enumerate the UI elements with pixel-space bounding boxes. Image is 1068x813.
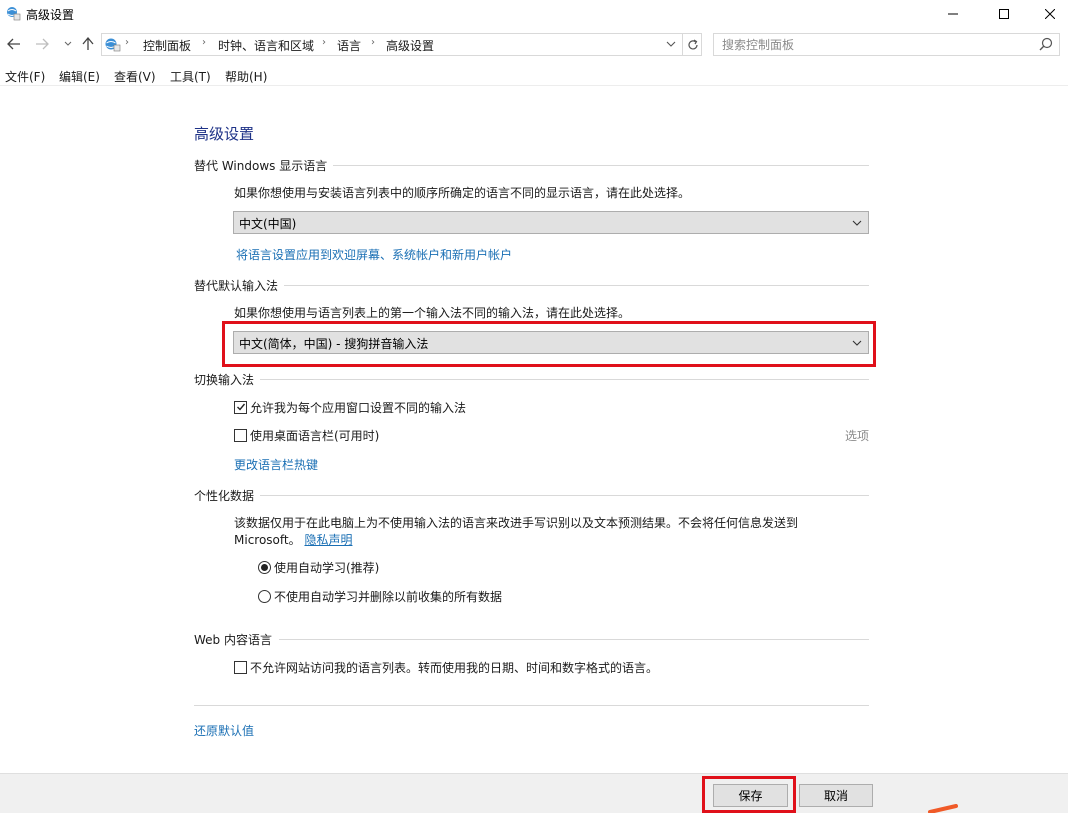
window-title: 高级设置: [26, 8, 75, 22]
breadcrumb-advanced-settings[interactable]: 高级设置: [386, 37, 434, 54]
switch-input-heading: 切换输入法: [194, 371, 869, 387]
control-panel-breadcrumb-icon: [104, 36, 122, 52]
footer-bar: [0, 773, 1068, 813]
arrow-annotation-icon: [928, 804, 958, 813]
display-language-heading: 替代 Windows 显示语言: [194, 157, 869, 173]
content-divider: [194, 705, 869, 706]
web-language-optout-label: 不允许网站访问我的语言列表。转而使用我的日期、时间和数字格式的语言。: [250, 660, 659, 675]
search-icon[interactable]: [1039, 37, 1053, 51]
close-button[interactable]: [1027, 0, 1068, 28]
address-dropdown-icon[interactable]: [664, 37, 678, 51]
section-divider: [279, 639, 869, 640]
control-panel-icon: [5, 5, 21, 21]
section-divider: [259, 495, 869, 496]
page-title: 高级设置: [194, 125, 255, 143]
privacy-statement-link[interactable]: 隐私声明: [304, 533, 352, 547]
recent-dropdown-icon[interactable]: [60, 36, 76, 52]
display-language-select[interactable]: 中文(中国): [233, 211, 869, 234]
breadcrumb-control-panel[interactable]: 控制面板: [143, 37, 191, 54]
personalization-heading: 个性化数据: [194, 487, 869, 503]
section-divider: [331, 165, 869, 166]
default-input-heading: 替代默认输入法: [194, 277, 869, 293]
search-input[interactable]: [722, 36, 1022, 53]
personalization-description-line2: Microsoft。 隐私声明: [234, 533, 353, 547]
change-hotkeys-link[interactable]: 更改语言栏热键: [234, 456, 318, 473]
auto-learning-radio[interactable]: [258, 560, 271, 574]
default-input-description: 如果你想使用与语言列表上的第一个输入法不同的输入法，请在此处选择。: [234, 306, 631, 320]
section-divider: [284, 285, 869, 286]
chevron-down-icon: [851, 217, 863, 229]
menu-help[interactable]: 帮助(H): [225, 68, 267, 85]
apply-language-settings-link[interactable]: 将语言设置应用到欢迎屏幕、系统帐户和新用户帐户: [236, 246, 512, 263]
per-app-input-option[interactable]: 允许我为每个应用窗口设置不同的输入法: [234, 399, 466, 415]
breadcrumb-clock-language-region[interactable]: 时钟、语言和区域: [218, 37, 314, 54]
web-language-optout-option[interactable]: 不允许网站访问我的语言列表。转而使用我的日期、时间和数字格式的语言。: [234, 659, 658, 675]
no-auto-learning-radio[interactable]: [258, 589, 271, 603]
no-auto-learning-option[interactable]: 不使用自动学习并删除以前收集的所有数据: [258, 588, 502, 604]
menu-view[interactable]: 查看(V): [114, 68, 156, 85]
no-auto-learning-label: 不使用自动学习并删除以前收集的所有数据: [274, 589, 503, 604]
save-button[interactable]: 保存: [713, 784, 788, 807]
section-divider: [259, 379, 869, 380]
restore-defaults-link[interactable]: 还原默认值: [194, 722, 254, 739]
display-language-value: 中文(中国): [239, 217, 297, 231]
maximize-button[interactable]: [981, 0, 1027, 28]
breadcrumb-separator: ›: [202, 37, 206, 48]
auto-learning-label: 使用自动学习(推荐): [274, 560, 380, 575]
menu-edit[interactable]: 编辑(E): [59, 68, 100, 85]
auto-learning-option[interactable]: 使用自动学习(推荐): [258, 559, 379, 575]
menu-file[interactable]: 文件(F): [5, 68, 45, 85]
title-bar: 高级设置: [0, 0, 1068, 28]
personalization-description: 该数据仅用于在此电脑上为不使用输入法的语言来改进手写识别以及文本预测结果。不会将…: [234, 516, 799, 530]
menu-tools[interactable]: 工具(T): [170, 68, 211, 85]
refresh-icon[interactable]: [682, 34, 702, 55]
desktop-language-bar-label: 使用桌面语言栏(可用时): [250, 428, 380, 443]
display-language-description: 如果你想使用与安装语言列表中的顺序所确定的语言不同的显示语言，请在此处选择。: [234, 186, 691, 200]
breadcrumb-separator: ›: [125, 37, 129, 48]
menu-bar: 文件(F) 编辑(E) 查看(V) 工具(T) 帮助(H): [0, 64, 1068, 86]
up-arrow-icon[interactable]: [80, 36, 96, 52]
per-app-input-label: 允许我为每个应用窗口设置不同的输入法: [250, 400, 467, 415]
minimize-button[interactable]: [930, 0, 976, 28]
desktop-language-bar-option[interactable]: 使用桌面语言栏(可用时): [234, 427, 379, 443]
back-arrow-icon[interactable]: [6, 36, 22, 52]
cancel-button[interactable]: 取消: [799, 784, 873, 807]
breadcrumb-separator: ›: [322, 37, 326, 48]
search-box: [713, 33, 1060, 56]
per-app-input-checkbox[interactable]: [234, 400, 247, 414]
chevron-down-icon: [851, 337, 863, 349]
desktop-language-bar-checkbox[interactable]: [234, 428, 247, 442]
breadcrumb-separator: ›: [371, 37, 375, 48]
web-content-heading: Web 内容语言: [194, 631, 869, 647]
forward-arrow-icon[interactable]: [34, 36, 50, 52]
web-language-optout-checkbox[interactable]: [234, 660, 247, 674]
breadcrumb-language[interactable]: 语言: [337, 37, 361, 54]
language-bar-options-link: 选项: [845, 429, 870, 443]
default-input-value: 中文(简体，中国) - 搜狗拼音输入法: [239, 337, 429, 351]
default-input-select[interactable]: 中文(简体，中国) - 搜狗拼音输入法: [233, 331, 869, 354]
